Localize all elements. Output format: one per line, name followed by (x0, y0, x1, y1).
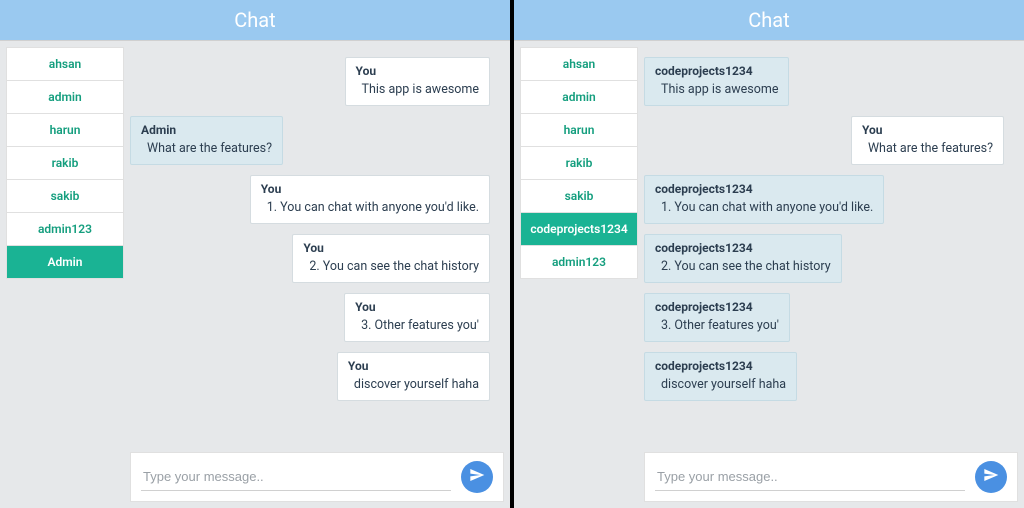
message-sender: You (338, 353, 489, 373)
user-item-admin123[interactable]: admin123 (520, 245, 638, 279)
message-bubble: You What are the features? (851, 116, 1004, 165)
message-sender: You (345, 294, 489, 314)
chat-column: You This app is awesome Admin What are t… (130, 47, 504, 502)
message-input[interactable] (141, 463, 451, 491)
message-sender: codeprojects1234 (645, 294, 789, 314)
user-item-ahsan[interactable]: ahsan (520, 47, 638, 81)
message-text: discover yourself haha (645, 373, 796, 400)
user-item-harun[interactable]: harun (6, 113, 124, 147)
message-sender: You (852, 117, 1003, 137)
composer (130, 452, 504, 502)
send-button[interactable] (461, 461, 493, 493)
message-bubble: Admin What are the features? (130, 116, 283, 165)
page-title: Chat (514, 0, 1024, 41)
message-bubble: You This app is awesome (345, 57, 490, 106)
user-item-rakib[interactable]: rakib (520, 146, 638, 180)
message-text: 1. You can chat with anyone you'd like. (645, 196, 883, 223)
message-sender: You (293, 235, 489, 255)
chat-pane-left: Chat ahsan admin harun rakib sakib admin… (0, 0, 510, 508)
message-text: This app is awesome (346, 78, 489, 105)
message-text: 3. Other features you' (645, 314, 789, 341)
user-item-rakib[interactable]: rakib (6, 146, 124, 180)
message-sender: codeprojects1234 (645, 235, 841, 255)
chat-column: codeprojects1234 This app is awesome You… (644, 47, 1018, 502)
page-title: Chat (0, 0, 510, 41)
message-text: 2. You can see the chat history (293, 255, 489, 282)
message-list[interactable]: codeprojects1234 This app is awesome You… (644, 47, 1018, 446)
message-bubble: codeprojects1234 This app is awesome (644, 57, 789, 106)
message-text: What are the features? (131, 137, 282, 164)
message-sender: You (346, 58, 489, 78)
message-bubble: You 1. You can chat with anyone you'd li… (250, 175, 490, 224)
composer (644, 452, 1018, 502)
message-sender: codeprojects1234 (645, 353, 796, 373)
user-list: ahsan admin harun rakib sakib codeprojec… (520, 47, 638, 502)
send-icon (983, 467, 999, 487)
message-bubble: codeprojects1234 3. Other features you' (644, 293, 790, 342)
message-bubble: codeprojects1234 1. You can chat with an… (644, 175, 884, 224)
message-bubble: You 3. Other features you' (344, 293, 490, 342)
user-item-harun[interactable]: harun (520, 113, 638, 147)
user-item-admin-active[interactable]: Admin (6, 245, 124, 279)
chat-body: ahsan admin harun rakib sakib admin123 A… (0, 41, 510, 508)
message-text: discover yourself haha (338, 373, 489, 400)
message-bubble: You discover yourself haha (337, 352, 490, 401)
message-sender: codeprojects1234 (645, 176, 883, 196)
message-text: 3. Other features you' (345, 314, 489, 341)
split-container: Chat ahsan admin harun rakib sakib admin… (0, 0, 1024, 508)
message-bubble: codeprojects1234 2. You can see the chat… (644, 234, 842, 283)
user-item-ahsan[interactable]: ahsan (6, 47, 124, 81)
chat-body: ahsan admin harun rakib sakib codeprojec… (514, 41, 1024, 508)
user-item-admin[interactable]: admin (6, 80, 124, 114)
user-list: ahsan admin harun rakib sakib admin123 A… (6, 47, 124, 502)
message-input[interactable] (655, 463, 965, 491)
user-item-sakib[interactable]: sakib (520, 179, 638, 213)
user-item-sakib[interactable]: sakib (6, 179, 124, 213)
message-text: This app is awesome (645, 78, 788, 105)
send-button[interactable] (975, 461, 1007, 493)
message-bubble: codeprojects1234 discover yourself haha (644, 352, 797, 401)
send-icon (469, 467, 485, 487)
message-text: What are the features? (852, 137, 1003, 164)
message-list[interactable]: You This app is awesome Admin What are t… (130, 47, 504, 446)
message-text: 2. You can see the chat history (645, 255, 841, 282)
message-bubble: You 2. You can see the chat history (292, 234, 490, 283)
user-item-admin123[interactable]: admin123 (6, 212, 124, 246)
user-item-admin[interactable]: admin (520, 80, 638, 114)
message-text: 1. You can chat with anyone you'd like. (251, 196, 489, 223)
user-item-codeprojects1234[interactable]: codeprojects1234 (520, 212, 638, 246)
message-sender: Admin (131, 117, 282, 137)
message-sender: codeprojects1234 (645, 58, 788, 78)
chat-pane-right: Chat ahsan admin harun rakib sakib codep… (514, 0, 1024, 508)
message-sender: You (251, 176, 489, 196)
